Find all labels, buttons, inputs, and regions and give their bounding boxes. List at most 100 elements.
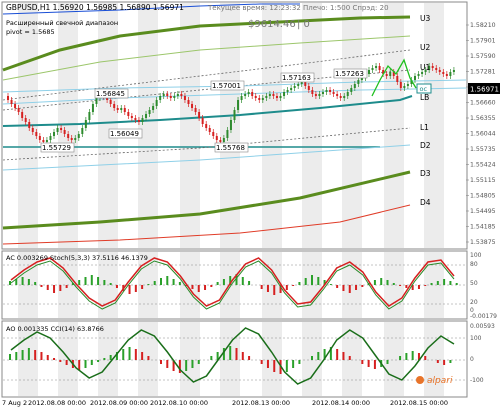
candle-body: [268, 94, 271, 96]
ao-bar: [141, 352, 144, 360]
ac-bar: [27, 279, 30, 285]
stripe-main: [384, 3, 404, 248]
ac-bar: [178, 282, 181, 285]
candle-body: [300, 82, 303, 84]
ac-bar: [304, 278, 307, 285]
ao-bar: [336, 349, 339, 360]
ao-bar: [373, 360, 376, 369]
ac-bar: [455, 283, 458, 285]
ac-bar: [342, 285, 345, 291]
candle-body: [60, 128, 63, 130]
ac-bar: [417, 285, 420, 289]
candle-body: [435, 68, 438, 70]
ac-bar: [436, 281, 439, 285]
candle-body: [332, 92, 335, 94]
ao-bar: [21, 350, 24, 360]
candle-body: [399, 82, 402, 88]
ac-bar: [153, 281, 156, 285]
ao-bar: [399, 356, 402, 360]
ac-tick-label: 100: [470, 252, 482, 259]
ac-bar: [222, 279, 225, 285]
candle-body: [205, 124, 208, 128]
price-annotation: 1.55729: [42, 144, 71, 152]
candle-body: [215, 136, 218, 140]
price-tick-label: 1.54805: [470, 193, 496, 200]
equity-suffix: | 0: [297, 19, 310, 30]
candle-body: [346, 92, 349, 96]
price-axis: 1.58210 1.57901 1.57590 1.57281 1.56971 1.566…: [466, 22, 496, 246]
candle-body: [233, 110, 236, 120]
candle-body: [155, 100, 158, 106]
ao-bar: [128, 347, 131, 360]
ac-bar: [191, 285, 194, 289]
ao-bar: [134, 349, 137, 360]
ao-bar: [285, 360, 288, 372]
symbol-header: GBPUSD,H1 1.56920 1.56985 1.56890 1.5697…: [6, 3, 184, 12]
ao-bar: [160, 360, 162, 364]
candle-body: [28, 122, 31, 128]
chart-canvas[interactable]: GBPUSD,H1 1.56920 1.56985 1.56890 1.5697…: [0, 0, 500, 408]
candle-body: [403, 86, 406, 88]
candle-body: [67, 134, 70, 138]
ac-bar: [329, 284, 332, 285]
candle-body: [417, 74, 420, 76]
ao-bar: [367, 360, 370, 367]
ac-bar: [65, 285, 68, 288]
candle-body: [212, 132, 215, 136]
price-tick-label: 1.54495: [470, 208, 496, 215]
candle-body: [191, 104, 194, 108]
candle-body: [169, 96, 172, 98]
ao-bar: [342, 352, 345, 360]
candle-body: [265, 96, 268, 98]
ac-bar: [285, 285, 288, 290]
price-tick-label: 1.55424: [470, 162, 496, 169]
ao-bar: [443, 360, 446, 365]
candle-body: [49, 136, 52, 140]
candle-body: [201, 118, 204, 124]
candle-body: [166, 94, 169, 96]
ao-bar: [65, 360, 68, 365]
time-label: 2012.08.08 00:00: [28, 399, 86, 407]
stripe-ao: [98, 322, 118, 396]
candle-body: [367, 70, 370, 74]
candle-body: [183, 96, 186, 100]
ao-bar: [229, 346, 232, 360]
candle-body: [258, 98, 261, 100]
alpari-logo-icon: [416, 376, 424, 384]
candle-body: [162, 94, 165, 96]
level-label-u1: U1: [420, 63, 430, 72]
candle-body: [222, 138, 225, 142]
price-tick-label: 1.56044: [470, 131, 496, 138]
channel-label: Расширенный свечной диапазон: [6, 19, 118, 27]
ao-bar: [298, 360, 301, 364]
stripe-ao: [262, 322, 282, 396]
level-label-d3: D3: [420, 169, 431, 178]
candle-body: [247, 92, 250, 94]
ac-bar: [90, 275, 93, 285]
candle-body: [45, 140, 48, 142]
candle-body: [314, 94, 317, 96]
stripe-ao: [180, 322, 200, 396]
ao-bar: [348, 356, 351, 360]
candle-body: [208, 128, 211, 132]
ac-bar: [273, 285, 276, 295]
ao-bar: [449, 360, 452, 363]
ac-bar: [109, 283, 112, 285]
price-annotation: 1.56845: [96, 90, 125, 98]
candle-body: [56, 128, 59, 132]
candle-body: [95, 98, 98, 104]
candle-body: [421, 72, 424, 74]
time-label: 2012.08.15 00:00: [390, 399, 448, 407]
price-annotation: 1.55768: [216, 144, 245, 152]
candle-body: [275, 96, 278, 98]
candle-body: [198, 112, 201, 118]
ac-bar: [430, 283, 433, 285]
candle-body: [120, 108, 123, 110]
ac-bar: [147, 284, 150, 285]
ao-bar: [97, 360, 100, 362]
candle-body: [63, 130, 66, 134]
ac-bar: [128, 285, 131, 294]
candle-body: [307, 86, 310, 90]
trading-chart-window: GBPUSD,H1 1.56920 1.56985 1.56890 1.5697…: [0, 0, 500, 408]
time-label: 2012.08.09 00:00: [90, 399, 148, 407]
